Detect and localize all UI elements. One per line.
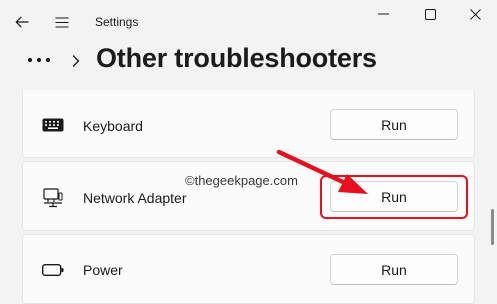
keyboard-icon [41,113,65,137]
back-button[interactable] [8,8,36,36]
troubleshooter-card-keyboard: Keyboard Run [22,90,475,158]
close-icon [469,8,481,20]
troubleshooter-label: Power [83,262,123,278]
breadcrumb-chevron-icon [72,55,80,67]
network-adapter-icon [41,186,65,210]
maximize-icon [424,8,436,20]
scrollbar-thumb[interactable] [491,209,494,245]
back-arrow-icon [15,16,29,28]
page-title: Other troubleshooters [96,43,377,73]
maximize-button[interactable] [415,2,445,26]
minimize-icon [377,13,389,15]
minimize-button[interactable] [368,2,398,26]
watermark-text: ©thegeekpage.com [185,173,298,188]
close-button[interactable] [460,2,490,26]
app-title: Settings [95,15,139,29]
troubleshooter-label: Keyboard [83,118,143,134]
breadcrumb-more-button[interactable] [24,50,54,70]
run-keyboard-button[interactable]: Run [330,109,458,140]
troubleshooter-card-power: Power Run [22,234,475,304]
more-dots-icon [27,57,51,63]
run-power-button[interactable]: Run [330,254,458,285]
hamburger-icon [55,16,69,28]
highlight-box [320,175,468,219]
title-bar: Settings [0,0,497,44]
battery-icon [41,258,65,282]
navigation-menu-button[interactable] [48,8,76,36]
troubleshooter-label: Network Adapter [83,190,187,206]
